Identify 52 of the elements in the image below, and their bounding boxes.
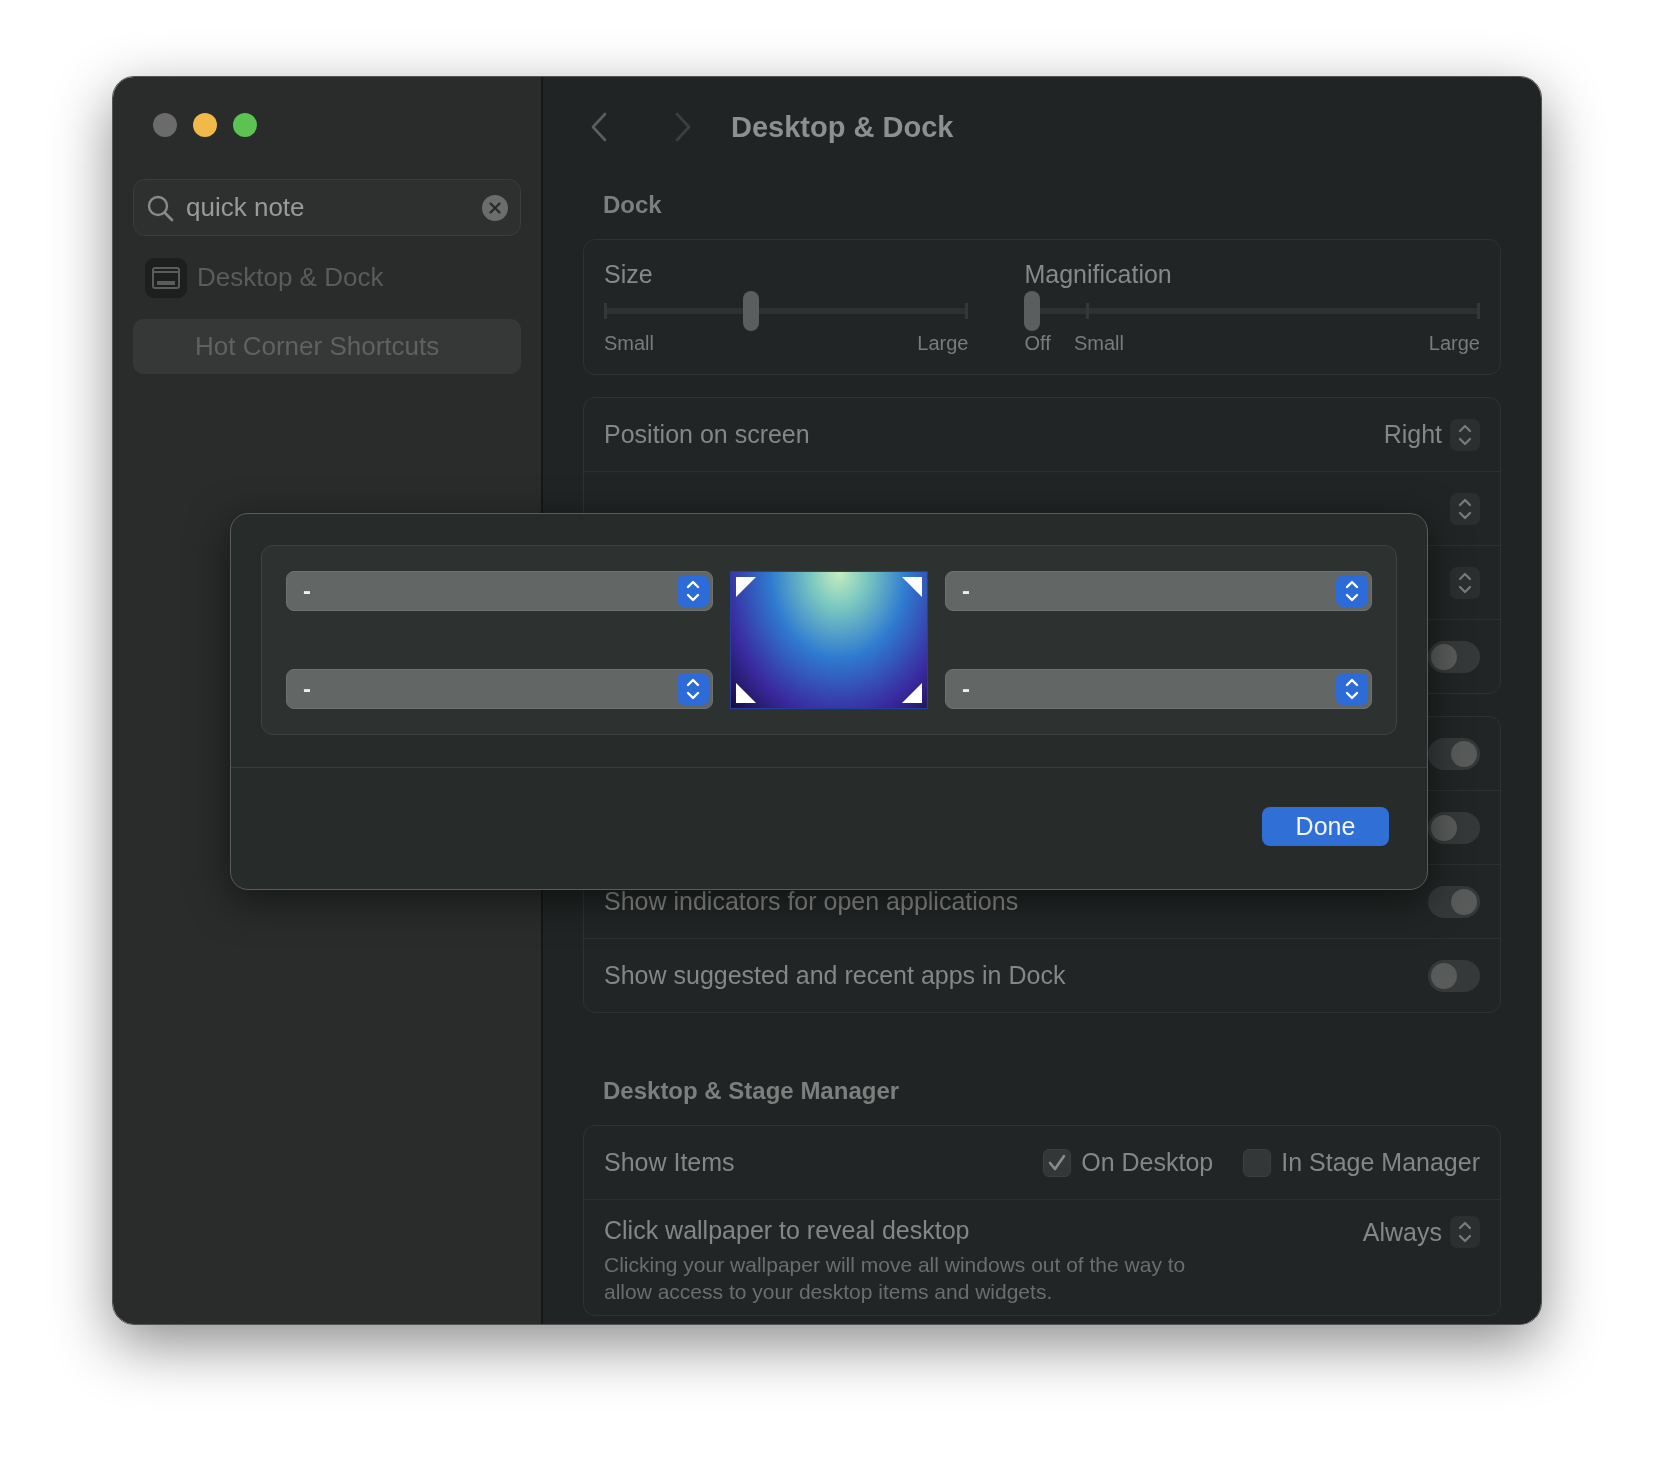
close-button[interactable] xyxy=(153,113,177,137)
corner-triangle-icon xyxy=(736,577,756,597)
slider-mark-label: Small xyxy=(1073,332,1124,355)
stepper-icon xyxy=(677,575,709,607)
toggle-switch[interactable] xyxy=(1428,640,1480,673)
setting-label: Show indicators for open applications xyxy=(604,887,1019,916)
done-button[interactable]: Done xyxy=(1262,807,1389,846)
setting-description: Clicking your wallpaper will move all windows out of the way to allow access to your desktop items and widgets. xyxy=(604,1252,1187,1305)
stepper-icon xyxy=(1336,575,1368,607)
setting-label: Show suggested and recent apps in Dock xyxy=(604,961,1066,990)
corner-triangle-icon xyxy=(736,683,756,703)
corner-triangle-icon xyxy=(902,683,922,703)
search-icon xyxy=(146,193,174,222)
setting-label: Click wallpaper to reveal desktop xyxy=(604,1216,971,1245)
minimize-button[interactable] xyxy=(193,113,217,137)
slider-label: Size xyxy=(604,260,654,289)
toggle-switch[interactable] xyxy=(1428,811,1480,844)
stepper-icon[interactable] xyxy=(1450,566,1480,599)
corner-popup-button[interactable]: - xyxy=(286,571,713,611)
slider-thumb[interactable] xyxy=(743,291,760,331)
slider-thumb[interactable] xyxy=(1024,291,1041,331)
corner-popup-button[interactable]: - xyxy=(286,669,713,709)
checkbox[interactable]: On Desktop xyxy=(1043,1148,1214,1177)
section-heading: Desktop & Stage Manager xyxy=(602,1076,901,1106)
slider-mark-label: Off xyxy=(1024,332,1051,355)
corner-triangle-icon xyxy=(902,577,922,597)
slider-mark-label: Large xyxy=(1428,332,1480,355)
corner-popup-button[interactable]: - xyxy=(945,669,1372,709)
stepper-icon xyxy=(1336,673,1368,705)
popup-button[interactable]: Right xyxy=(1383,418,1480,451)
corner-popup-button[interactable]: - xyxy=(945,571,1372,611)
stepper-icon xyxy=(1450,418,1480,451)
popup-button[interactable]: Always xyxy=(1362,1216,1480,1248)
search-input[interactable]: quick note xyxy=(184,191,472,224)
window-title: Desktop & Dock xyxy=(731,110,954,144)
stepper-icon[interactable] xyxy=(1450,492,1480,525)
toggle-switch[interactable] xyxy=(1428,885,1480,918)
zoom-button[interactable] xyxy=(233,113,257,137)
checkbox[interactable]: In Stage Manager xyxy=(1243,1148,1480,1177)
slider-mark-label: Small xyxy=(604,332,654,355)
toggle-switch[interactable] xyxy=(1428,737,1480,770)
slider-label: Magnification xyxy=(1024,260,1173,289)
clear-icon[interactable] xyxy=(482,194,508,221)
slider-mark-label: Large xyxy=(917,332,969,355)
stepper-icon xyxy=(1450,1216,1480,1248)
setting-label: Show Items xyxy=(604,1148,735,1177)
section-heading: Dock xyxy=(602,190,663,220)
search-bar[interactable]: quick note xyxy=(133,179,521,236)
setting-label: Position on screen xyxy=(604,420,810,449)
dock-app-icon xyxy=(145,257,187,298)
toggle-switch[interactable] xyxy=(1428,959,1480,992)
stepper-icon xyxy=(677,673,709,705)
